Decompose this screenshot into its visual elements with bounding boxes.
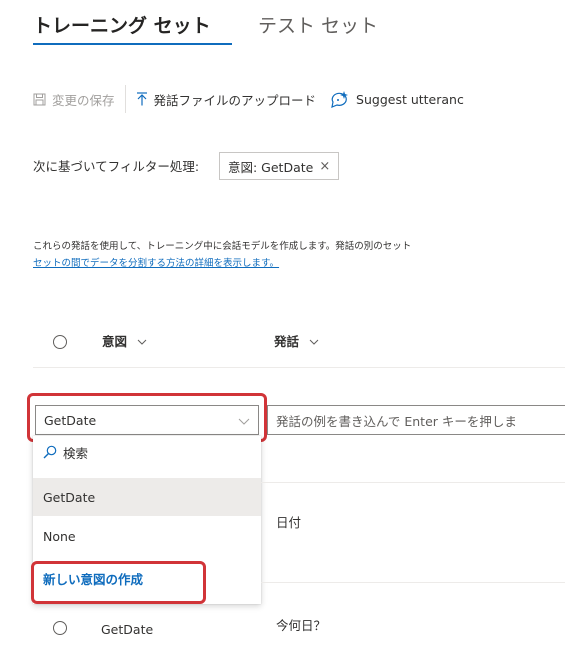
upload-utterance-file-button[interactable]: 発話ファイルのアップロード — [136, 86, 317, 112]
row-select-radio[interactable] — [53, 621, 67, 635]
header-divider — [33, 367, 565, 368]
intent-filter-chip[interactable]: 意図: GetDate × — [219, 152, 340, 180]
row-divider — [261, 582, 565, 583]
chevron-down-icon — [305, 336, 319, 349]
chevron-down-icon — [133, 336, 147, 349]
description-text: これらの発話を使用して、トレーニング中に会話モデルを作成します。発話の別のセット — [33, 241, 412, 252]
filter-label: 次に基づいてフィルター処理: — [33, 159, 200, 174]
learn-more-link[interactable]: セットの間でデータを分割する方法の詳細を表示します。 — [33, 255, 279, 272]
suggest-utterances-label: Suggest utteranc — [356, 91, 464, 107]
tab-training-set[interactable]: トレーニング セット — [33, 12, 211, 40]
dropdown-search-field[interactable]: 検索 — [33, 436, 261, 468]
select-all-radio[interactable] — [53, 335, 67, 349]
row-utterance: 日付 — [276, 515, 302, 530]
upload-icon — [136, 92, 148, 106]
active-tab-indicator — [33, 43, 232, 45]
tab-test-set[interactable]: テスト セット — [258, 12, 378, 40]
search-placeholder: 検索 — [63, 445, 89, 461]
column-header-utterance-label: 発話 — [274, 334, 300, 349]
save-changes-button[interactable]: 変更の保存 — [33, 86, 115, 112]
create-intent-highlight-box — [31, 561, 206, 604]
dropdown-highlight-box — [27, 393, 267, 442]
column-header-intent[interactable]: 意図 — [102, 331, 147, 354]
close-icon[interactable]: × — [319, 159, 330, 174]
sparkle-chat-icon — [330, 90, 350, 108]
dropdown-option-getdate[interactable]: GetDate — [33, 478, 261, 516]
toolbar-divider — [124, 85, 126, 113]
toolbar: 変更の保存 発話ファイルのアップロード Suggest utteranc — [33, 85, 464, 113]
column-header-utterance[interactable]: 発話 — [274, 331, 319, 354]
row-intent: GetDate — [101, 622, 154, 637]
suggest-utterances-button[interactable]: Suggest utteranc — [330, 86, 464, 112]
save-changes-label: 変更の保存 — [52, 92, 115, 108]
row-utterance: 今何日？ — [276, 618, 327, 633]
dropdown-option-none[interactable]: None — [33, 517, 261, 555]
save-icon — [33, 93, 46, 106]
upload-utterance-file-label: 発話ファイルのアップロード — [153, 92, 317, 108]
column-header-intent-label: 意図 — [102, 334, 128, 349]
intent-filter-chip-label: 意図: GetDate — [228, 159, 314, 175]
row-divider — [261, 482, 565, 483]
search-icon — [43, 445, 57, 459]
utterance-input[interactable]: 発話の例を書き込んで Enter キーを押しま — [267, 405, 565, 435]
